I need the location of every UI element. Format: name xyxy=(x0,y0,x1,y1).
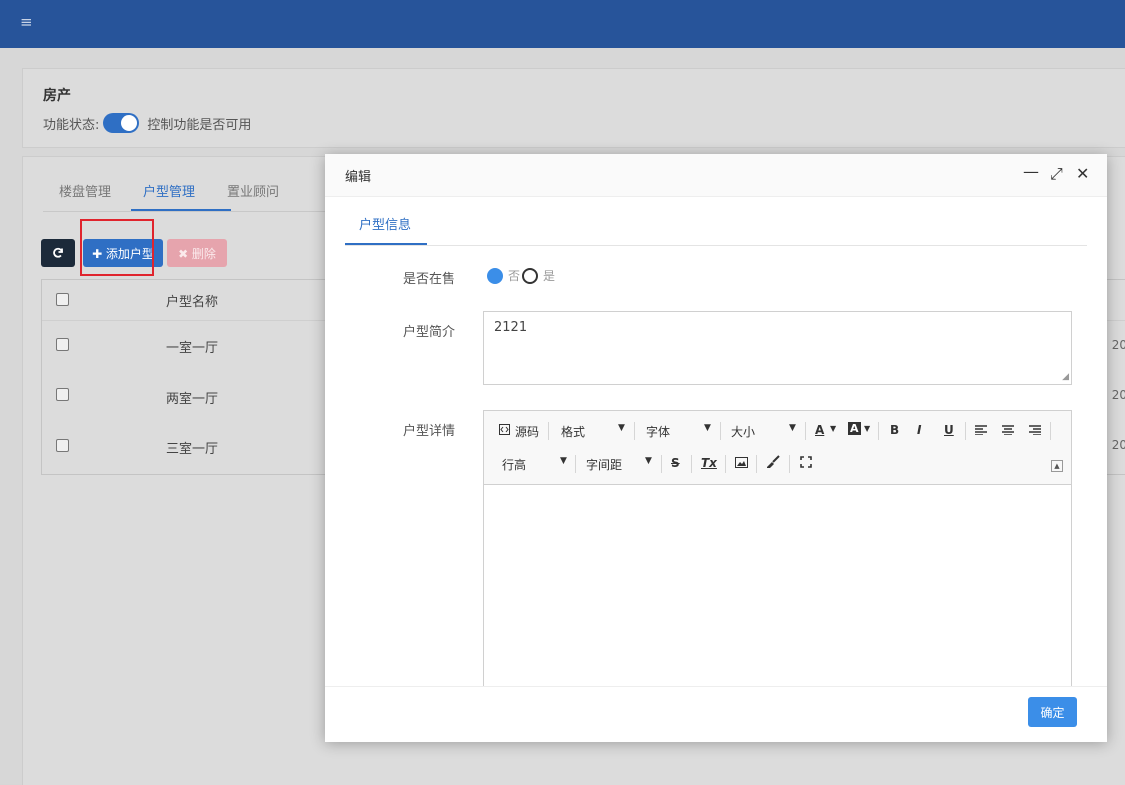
chevron-down-icon: ▼ xyxy=(830,424,837,433)
card-title: 房产 xyxy=(43,88,71,104)
image-icon[interactable] xyxy=(735,457,748,468)
highlight-box xyxy=(80,219,154,276)
toolbar-separator xyxy=(965,422,966,440)
align-right-icon[interactable] xyxy=(1029,425,1041,435)
row-name: 三室一厅 xyxy=(166,442,219,457)
radio-no[interactable] xyxy=(487,267,503,284)
bold-button[interactable]: B xyxy=(890,423,899,437)
toolbar-separator xyxy=(878,422,879,440)
toolbar-separator xyxy=(789,455,790,473)
minimize-icon[interactable]: — xyxy=(1023,162,1039,181)
on-sale-radio-group: 否 是 xyxy=(487,267,555,284)
row-date: 20 xyxy=(1111,438,1125,452)
active-tab-underline xyxy=(131,209,231,211)
toolbar-separator xyxy=(634,422,635,440)
source-icon[interactable] xyxy=(499,423,510,437)
property-card: 房产 功能状态: 控制功能是否可用 xyxy=(22,68,1125,148)
edit-dialog: 编辑 — ⤢ ✕ 户型信息 是否在售 否 是 户型简介 2121 ◢ 户型详情 … xyxy=(325,154,1107,742)
align-center-icon[interactable] xyxy=(1002,425,1014,435)
status-row: 功能状态: 控制功能是否可用 xyxy=(43,113,251,133)
close-icon[interactable]: ✕ xyxy=(1076,164,1089,183)
editor-toolbar: 源码 格式 ▼ 字体 ▼ 大小 ▼ A ▼ A ▼ B I U 行高 ▼ 字间距… xyxy=(484,411,1071,485)
radio-yes-label: 是 xyxy=(543,269,556,283)
align-left-icon[interactable] xyxy=(975,425,987,435)
dialog-tabs: 户型信息 xyxy=(345,196,1087,246)
letter-spacing-dropdown[interactable]: 字间距 xyxy=(586,456,622,473)
intro-textarea[interactable]: 2121 ◢ xyxy=(483,311,1072,385)
hamburger-menu-icon[interactable]: ≡ xyxy=(20,13,33,31)
toolbar-separator xyxy=(725,455,726,473)
maximize-icon[interactable]: ⤢ xyxy=(1050,164,1063,184)
refresh-button[interactable] xyxy=(41,239,75,267)
row-name: 两室一厅 xyxy=(166,392,219,407)
size-dropdown[interactable]: 大小 xyxy=(731,423,755,440)
font-dropdown[interactable]: 字体 xyxy=(646,423,670,440)
chevron-down-icon: ▼ xyxy=(704,423,711,433)
dialog-footer: 确定 xyxy=(325,686,1107,742)
chevron-down-icon: ▼ xyxy=(789,423,796,433)
format-painter-icon[interactable] xyxy=(766,455,780,469)
toolbar-separator xyxy=(756,455,757,473)
active-tab-underline xyxy=(345,243,427,245)
row-checkbox[interactable] xyxy=(56,338,69,351)
row-date: 20 xyxy=(1111,338,1125,352)
line-height-dropdown[interactable]: 行高 xyxy=(502,456,526,473)
tab-sales-consultant[interactable]: 置业顾问 xyxy=(227,181,279,200)
intro-value: 2121 xyxy=(494,320,528,335)
radio-yes[interactable] xyxy=(522,267,539,284)
select-all-checkbox[interactable] xyxy=(56,293,69,306)
collapse-toolbar-icon[interactable]: ▲ xyxy=(1051,460,1063,472)
fullscreen-icon[interactable] xyxy=(800,456,812,468)
dialog-header: 编辑 — ⤢ ✕ xyxy=(325,154,1107,197)
confirm-button[interactable]: 确定 xyxy=(1028,697,1077,727)
chevron-down-icon: ▼ xyxy=(560,456,567,466)
management-tabs: 楼盘管理 户型管理 置业顾问 xyxy=(43,173,343,212)
underline-button[interactable]: U xyxy=(944,423,954,437)
column-header-name: 户型名称 xyxy=(166,295,219,310)
resize-handle-icon[interactable]: ◢ xyxy=(1062,373,1069,382)
toolbar-separator xyxy=(805,422,806,440)
row-date: 20 xyxy=(1111,388,1125,402)
delete-button[interactable]: ✖ 删除 xyxy=(167,239,227,267)
format-dropdown[interactable]: 格式 xyxy=(561,423,585,440)
toolbar-separator xyxy=(691,455,692,473)
radio-no-label: 否 xyxy=(508,269,521,283)
chevron-down-icon: ▼ xyxy=(864,424,871,433)
row-name: 一室一厅 xyxy=(166,341,219,356)
toolbar-separator xyxy=(720,422,721,440)
tab-unit-info[interactable]: 户型信息 xyxy=(359,214,411,233)
refresh-icon xyxy=(53,247,63,258)
on-sale-label: 是否在售 xyxy=(403,272,456,287)
row-checkbox[interactable] xyxy=(56,388,69,401)
chevron-down-icon: ▼ xyxy=(618,423,625,433)
toolbar-separator xyxy=(661,455,662,473)
background-color-button[interactable]: A xyxy=(848,422,861,435)
dialog-title: 编辑 xyxy=(345,170,372,185)
rich-text-editor[interactable]: 源码 格式 ▼ 字体 ▼ 大小 ▼ A ▼ A ▼ B I U 行高 ▼ 字间距… xyxy=(483,410,1072,690)
status-toggle[interactable] xyxy=(103,113,140,133)
italic-button[interactable]: I xyxy=(917,423,921,437)
status-label: 功能状态: xyxy=(43,117,100,133)
toolbar-separator xyxy=(548,422,549,440)
chevron-down-icon: ▼ xyxy=(645,456,652,466)
strikethrough-button[interactable]: S xyxy=(671,456,680,470)
toolbar-separator xyxy=(575,455,576,473)
tab-building-management[interactable]: 楼盘管理 xyxy=(59,181,111,200)
row-checkbox[interactable] xyxy=(56,439,69,452)
status-description: 控制功能是否可用 xyxy=(147,117,252,133)
remove-format-button[interactable]: Tx xyxy=(701,456,717,470)
top-navbar: ≡ xyxy=(0,0,1125,48)
font-color-button[interactable]: A xyxy=(815,423,824,437)
intro-label: 户型简介 xyxy=(403,325,456,340)
toolbar-separator xyxy=(1050,422,1051,440)
tab-unit-type-management[interactable]: 户型管理 xyxy=(143,181,195,200)
detail-label: 户型详情 xyxy=(403,424,456,439)
source-button[interactable]: 源码 xyxy=(515,423,539,440)
